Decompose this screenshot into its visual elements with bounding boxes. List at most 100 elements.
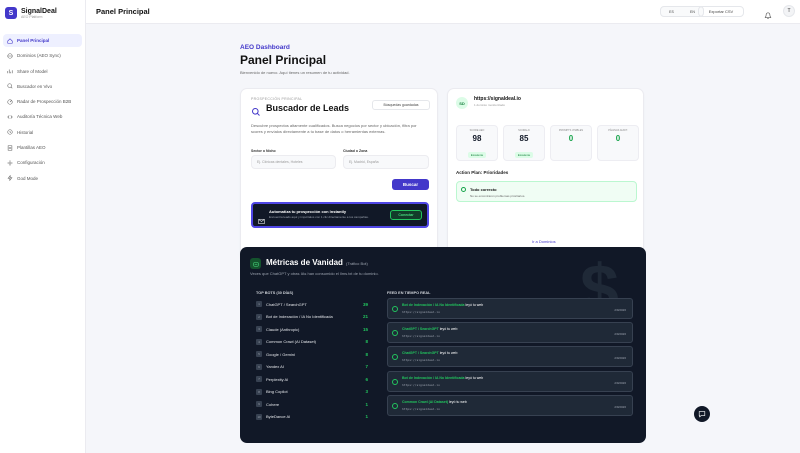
sidebar-item-label: Plantillas AEO (17, 145, 46, 151)
feed-bot-name: Bot de Indexación / IA No Identificada (402, 375, 465, 380)
table-row: 2 Bot de Indexación / IA No Identificada… (250, 311, 374, 324)
feed-action: leyó tu web (448, 399, 467, 404)
feed-action: leyó tu web (464, 303, 484, 307)
table-row: 1 ChatGPT / SearchGPT 39 (250, 298, 374, 311)
bot-count: 3 (365, 389, 368, 395)
list-item: Bot de Indexación / IA No Identificada l… (387, 370, 633, 392)
domain-subtitle: 1 dominio monitorizado (474, 103, 506, 107)
lead-finder-card: PROSPECCIÓN PRINCIPAL Buscador de Leads … (240, 88, 438, 262)
avatar[interactable]: T (783, 5, 795, 17)
lang-es[interactable]: ES (669, 10, 674, 14)
sidebar-item-8[interactable]: Configuración (3, 156, 82, 169)
bot-name: Bot de Indexación / IA No Identificada (266, 314, 333, 320)
sidebar-item-0[interactable]: Panel Principal (3, 34, 82, 47)
feed-bot-name: Bot de Indexación / IA No Identificada (402, 303, 465, 307)
feed-action: leyó tu web (438, 351, 458, 356)
bot-name: Google / Gemini (266, 351, 295, 357)
bot-name: ChatGPT / SearchGPT (266, 301, 307, 307)
sidebar: S SignalDeal AEO Platform Panel Principa… (0, 0, 86, 453)
brand-sub: AEO Platform (21, 14, 43, 19)
list-item: ChatGPT / SearchGPT leyó tu web https://… (387, 346, 633, 368)
metric-tile: PÁGINAS AUDIT. 0 (597, 125, 639, 161)
search-button[interactable]: Buscar (392, 179, 429, 190)
check-circle-icon (392, 354, 398, 361)
sidebar-item-9[interactable]: God Mode (3, 172, 82, 185)
app-root: S SignalDeal AEO Platform Panel Principa… (0, 0, 800, 453)
lead-finder-description: Descubre prospectos altamente cualificad… (251, 123, 417, 134)
sidebar-item-2[interactable]: Share of Model (3, 65, 82, 78)
sidebar-item-6[interactable]: Historial (3, 126, 82, 139)
bot-rank: 5 (256, 351, 262, 358)
domain-card: SD https://signaldeal.io 1 dominio monit… (447, 88, 644, 262)
bot-count: 1 (365, 401, 368, 407)
bot-rank: 2 (256, 313, 262, 320)
sidebar-item-5[interactable]: Auditoría Técnica Web (3, 110, 82, 123)
lang-en[interactable]: EN (690, 10, 695, 14)
check-circle-icon (392, 402, 398, 409)
metric-badge: Excelente (467, 152, 487, 158)
metric-label: SCORE AI (518, 129, 530, 132)
action-plan-description: No se encontraron problemas prioritarios… (470, 194, 526, 198)
feed-action: leyó tu web (464, 375, 484, 380)
brand[interactable]: S SignalDeal AEO Platform (0, 2, 85, 24)
bell-icon[interactable] (764, 7, 772, 19)
table-row: 8 Bing Copilot 3 (250, 386, 374, 399)
bot-icon (250, 258, 261, 269)
lead-finder-overline: PROSPECCIÓN PRINCIPAL (251, 97, 303, 101)
sidebar-item-1[interactable]: Dominios (AEO Sync) (3, 49, 82, 62)
export-csv-button[interactable]: Exportar CSV (698, 6, 744, 17)
bot-count: 8 (365, 339, 368, 345)
sidebar-item-4[interactable]: Radar de Prospección B2B (3, 95, 82, 108)
template-icon (6, 144, 13, 151)
gear-icon (6, 159, 13, 166)
bot-count: 15 (362, 326, 368, 332)
sector-label: Sector o Nicho (251, 149, 276, 153)
table-row: 7 Perplexity AI 6 (250, 373, 374, 386)
metric-tile: SCORE AI 85 Excelente (503, 125, 545, 161)
feed-date: 2/9/2026 (614, 308, 626, 312)
domain-url[interactable]: https://signaldeal.io (474, 96, 521, 102)
list-item: Common Crawl (AI Dataset) leyó tu web ht… (387, 394, 633, 416)
connect-button[interactable]: Conectar (390, 210, 422, 220)
feed-date: 2/9/2026 (614, 356, 626, 361)
feed-date: 2/9/2026 (614, 380, 626, 385)
bot-name: Cohere (266, 401, 280, 407)
feed-bot-name: Common Crawl (AI Dataset) (402, 399, 449, 404)
bot-count: 6 (365, 376, 368, 382)
table-row: 3 Claude (Anthropic) 15 (250, 323, 374, 336)
check-circle-icon (392, 378, 398, 385)
sector-input[interactable]: Ej. Clínicas dentales, Hoteles (251, 155, 336, 169)
sidebar-item-label: Auditoría Técnica Web (17, 114, 63, 120)
go-to-domains-link[interactable]: Ir a Dominios (532, 239, 556, 244)
bot-rank: 6 (256, 363, 262, 370)
vanity-subtitle: Veces que ChatGPT y otras IAs han consum… (250, 271, 379, 276)
home-icon (6, 37, 13, 44)
domain-avatar: SD (456, 97, 468, 109)
search-icon (6, 83, 13, 90)
history-icon (6, 129, 13, 136)
bot-count: 7 (365, 364, 368, 370)
code-icon (6, 113, 13, 120)
feed-action: leyó tu web (438, 327, 458, 332)
feed-url: https://signaldeal.io (402, 382, 440, 387)
bot-rank: 7 (256, 376, 262, 383)
check-circle-icon (461, 187, 466, 192)
table-row: 9 Cohere 1 (250, 398, 374, 411)
sidebar-item-3[interactable]: Buscador en Vivo (3, 80, 82, 93)
city-input[interactable]: Ej. Madrid, España (343, 155, 429, 169)
main-content: AEO Dashboard Panel Principal Bienvenido… (86, 24, 800, 453)
feed-bot-name: ChatGPT / SearchGPT (402, 327, 439, 332)
sidebar-item-7[interactable]: Plantillas AEO (3, 141, 82, 154)
chat-icon (698, 411, 706, 418)
search-icon (251, 104, 261, 116)
chat-button[interactable] (694, 406, 710, 422)
city-label: Ciudad o Zona (343, 149, 368, 153)
table-row: 6 Yandex AI 7 (250, 361, 374, 374)
metric-tile: SCORE AEO 98 Excelente (456, 125, 498, 161)
metric-label: SCORE AEO (469, 129, 485, 132)
bot-name: Bing Copilot (266, 389, 288, 395)
action-plan-status: Todo correcto (470, 187, 497, 192)
saved-searches-button[interactable]: Búsquedas guardadas (372, 100, 430, 110)
check-circle-icon (392, 330, 398, 337)
chart-icon (6, 68, 13, 75)
